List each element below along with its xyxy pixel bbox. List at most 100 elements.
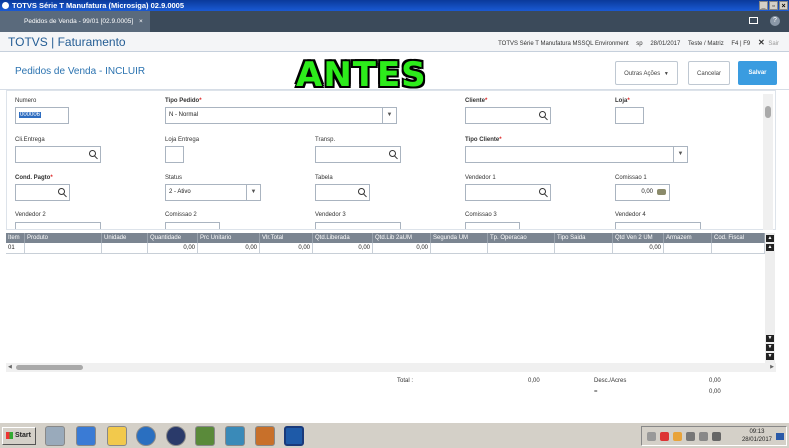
grid-cell[interactable] — [664, 243, 712, 254]
search-icon[interactable] — [58, 188, 65, 195]
minimize-button[interactable]: _ — [759, 1, 768, 10]
mail-icon[interactable] — [749, 17, 758, 24]
dropdown-arrow-icon[interactable]: ▼ — [382, 108, 396, 123]
save-button[interactable]: Salvar — [738, 61, 777, 85]
grid-horizontal-scrollbar[interactable]: ◀ ▶ — [6, 363, 776, 372]
grid-cell[interactable]: 01 — [6, 243, 25, 254]
exit-icon[interactable]: ✕ — [758, 38, 765, 47]
grid-cell[interactable]: 0,00 — [198, 243, 260, 254]
alert-icon[interactable] — [673, 432, 682, 441]
vendedor1-field[interactable] — [465, 184, 551, 201]
clock[interactable]: 09:13 28/01/2017 — [742, 428, 772, 444]
form-scrollbar[interactable] — [763, 94, 773, 230]
grid-column-header[interactable]: Vlr.Total — [260, 233, 313, 243]
scroll-down-icon[interactable]: ▼ — [766, 335, 774, 342]
grid-column-header[interactable]: Segunda UM — [431, 233, 488, 243]
cond-pagto-field[interactable] — [15, 184, 70, 201]
form-scroll-thumb[interactable] — [765, 106, 771, 118]
grid-cell[interactable]: 0,00 — [313, 243, 373, 254]
numero-field[interactable]: 000006 — [15, 107, 69, 124]
tabela-field[interactable] — [315, 184, 370, 201]
tab-close-icon[interactable]: × — [139, 18, 143, 25]
scroll-top-icon[interactable]: ▲ — [766, 235, 774, 242]
grid-cell[interactable] — [25, 243, 102, 254]
show-desktop-icon[interactable] — [776, 433, 784, 440]
grid-column-header[interactable]: Prc Unitario — [198, 233, 260, 243]
cancel-button[interactable]: Cancelar — [688, 61, 730, 85]
loja-field[interactable] — [615, 107, 644, 124]
grid-cell[interactable]: 0,00 — [148, 243, 198, 254]
scroll-bottom-icon[interactable]: ▼ — [766, 353, 774, 360]
search-icon[interactable] — [539, 188, 546, 195]
volume-icon[interactable] — [712, 432, 721, 441]
search-icon[interactable] — [358, 188, 365, 195]
comissao3-field[interactable] — [465, 222, 520, 229]
horizontal-scroll-thumb[interactable] — [16, 365, 83, 370]
tipo-cliente-select[interactable]: ▼ — [465, 146, 688, 163]
tab-pedidos-venda[interactable]: Pedidos de Venda - 99/01 [02.9.0005] × — [0, 11, 150, 32]
grid-cell[interactable] — [431, 243, 488, 254]
status-select[interactable]: 2 - Ativo ▼ — [165, 184, 261, 201]
grid-column-header[interactable]: Tipo Saida — [555, 233, 613, 243]
help-icon[interactable]: ? — [770, 16, 780, 26]
search-icon[interactable] — [389, 150, 396, 157]
server-icon[interactable] — [45, 426, 65, 446]
remote-desktop-icon[interactable] — [284, 426, 304, 446]
close-window-button[interactable]: × — [779, 1, 788, 10]
flag-icon[interactable] — [699, 432, 708, 441]
grid-column-header[interactable]: Qtd Ven 2 UM — [613, 233, 664, 243]
grid-column-header[interactable]: Armazem — [664, 233, 712, 243]
transp-field[interactable] — [315, 146, 401, 163]
totvs-icon[interactable] — [166, 426, 186, 446]
grid-column-header[interactable]: Quantidade — [148, 233, 198, 243]
grid-column-header[interactable]: Item — [6, 233, 25, 243]
grid-scrollbar[interactable]: ▲ ▲ ▼ ▼ ▼ — [765, 233, 775, 363]
loja-entrega-field[interactable] — [165, 146, 184, 163]
exit-label[interactable]: Sair — [768, 41, 779, 47]
grid-cell[interactable] — [102, 243, 148, 254]
grid-column-header[interactable]: Produto — [25, 233, 102, 243]
grid-column-header[interactable]: Cod. Fiscal — [712, 233, 765, 243]
settings-icon[interactable] — [686, 432, 695, 441]
comissao1-field[interactable]: 0,00 — [615, 184, 670, 201]
cliente-field[interactable] — [465, 107, 551, 124]
grid-column-header[interactable]: Qtd.Liberada — [313, 233, 373, 243]
chart-app-icon[interactable] — [195, 426, 215, 446]
network-icon[interactable] — [647, 432, 656, 441]
search-icon[interactable] — [539, 111, 546, 118]
scroll-up-icon[interactable]: ▲ — [766, 244, 774, 251]
vendedor3-field[interactable] — [315, 222, 401, 229]
grid-cell[interactable] — [555, 243, 613, 254]
browser-icon[interactable] — [136, 426, 156, 446]
vendedor4-field[interactable] — [615, 222, 701, 229]
grid-cell[interactable]: 0,00 — [260, 243, 313, 254]
vendedor2-field[interactable] — [15, 222, 101, 229]
dropdown-arrow-icon[interactable]: ▼ — [673, 147, 687, 162]
package-icon[interactable] — [255, 426, 275, 446]
cli-entrega-field[interactable] — [15, 146, 101, 163]
grid-cell[interactable]: 0,00 — [373, 243, 431, 254]
start-button[interactable]: Start — [2, 427, 36, 445]
grid-cell[interactable] — [712, 243, 765, 254]
restore-button[interactable]: ▫ — [769, 1, 778, 10]
other-actions-button[interactable]: Outras Ações ▼ — [615, 61, 678, 85]
grid-cell[interactable]: 0,00 — [613, 243, 664, 254]
dropdown-arrow-icon[interactable]: ▼ — [246, 185, 260, 200]
scroll-left-icon[interactable]: ◀ — [8, 364, 12, 370]
tipo-pedido-select[interactable]: N - Normal ▼ — [165, 107, 397, 124]
comissao2-field[interactable] — [165, 222, 220, 229]
security-icon[interactable] — [660, 432, 669, 441]
calculator-icon[interactable] — [657, 189, 666, 195]
grid-cell[interactable] — [488, 243, 555, 254]
items-grid: Item Produto Unidade Quantidade Prc Unitario… — [6, 233, 765, 363]
powershell-icon[interactable] — [76, 426, 96, 446]
search-icon[interactable] — [89, 150, 96, 157]
folder-icon[interactable] — [107, 426, 127, 446]
shortcut-label[interactable]: F4 | F9 — [731, 41, 750, 47]
grid-column-header[interactable]: Tp. Operacao — [488, 233, 555, 243]
scroll-page-down-icon[interactable]: ▼ — [766, 344, 774, 351]
scroll-right-icon[interactable]: ▶ — [770, 364, 774, 370]
grid-column-header[interactable]: Qtd.Lib 2aUM — [373, 233, 431, 243]
grid-column-header[interactable]: Unidade — [102, 233, 148, 243]
monitor-app-icon[interactable] — [225, 426, 245, 446]
